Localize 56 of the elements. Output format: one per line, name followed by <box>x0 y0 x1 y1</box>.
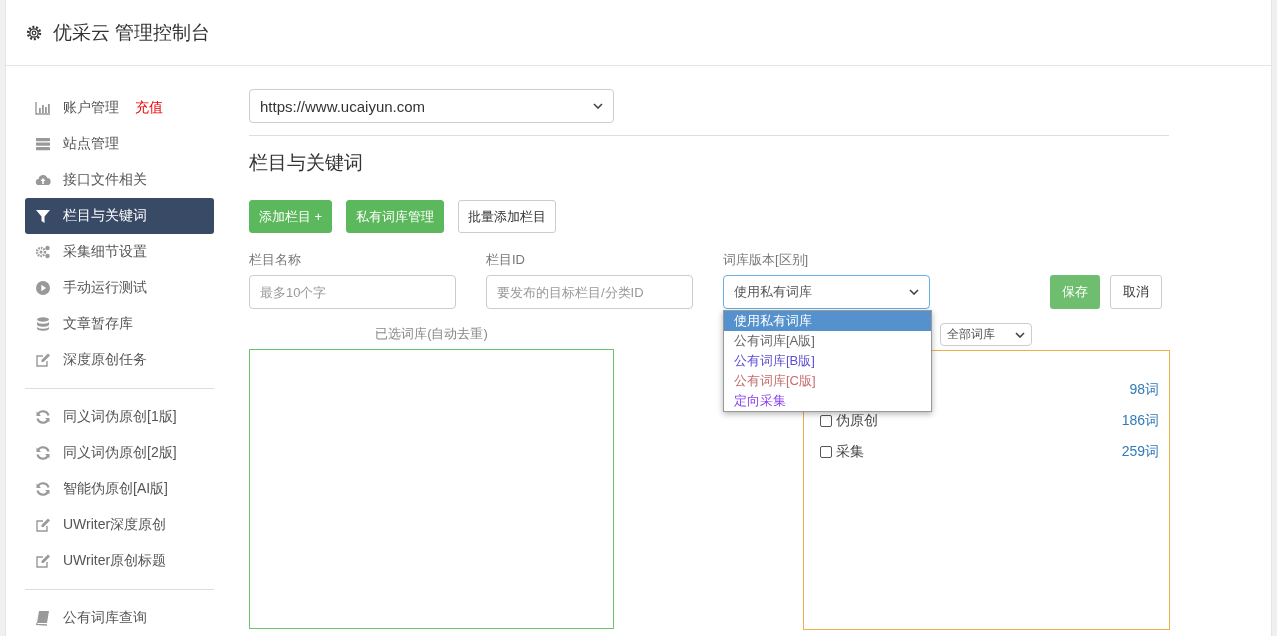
sidebar-item[interactable]: 同义词伪原创[1版] <box>25 399 214 435</box>
refresh-icon <box>35 409 51 425</box>
sidebar-item[interactable]: 手动运行测试 <box>25 270 214 306</box>
edit-icon <box>35 553 51 569</box>
sidebar-item[interactable]: 接口文件相关 <box>25 162 214 198</box>
cancel-button[interactable]: 取消 <box>1110 275 1162 309</box>
sidebar-item[interactable]: 文章暂存库 <box>25 306 214 342</box>
word-count: 259词 <box>1121 443 1159 461</box>
dropdown-option[interactable]: 公有词库[B版] <box>724 351 931 371</box>
library-name: 伪原创 <box>836 412 878 430</box>
sidebar-item[interactable]: UWriter深度原创 <box>25 507 214 543</box>
caret-icon <box>593 103 603 109</box>
database-icon <box>35 316 51 332</box>
sidebar-item[interactable]: 栏目与关键词 <box>25 198 214 234</box>
filter-select[interactable]: 全部词库 <box>940 323 1032 346</box>
play-icon <box>35 280 51 296</box>
caret-icon <box>909 289 919 295</box>
word-count: 98词 <box>1129 381 1159 399</box>
dropdown-option[interactable]: 公有词库[C版] <box>724 371 931 391</box>
refresh-icon <box>35 445 51 461</box>
sidebar-item[interactable]: 智能伪原创[AI版] <box>25 471 214 507</box>
action-button[interactable]: 批量添加栏目 <box>458 200 557 233</box>
dropdown-option[interactable]: 公有词库[A版] <box>724 331 931 351</box>
word-count: 186词 <box>1121 412 1159 430</box>
edit-icon <box>35 352 51 368</box>
dropdown-option[interactable]: 定向采集 <box>724 391 931 411</box>
sidebar-item[interactable]: UWriter原创标题 <box>25 543 214 579</box>
field-label: 栏目ID <box>486 251 526 269</box>
input-field[interactable]: 最多10个字 <box>249 275 456 309</box>
settings-icon <box>25 23 43 42</box>
checkbox[interactable] <box>820 415 832 427</box>
field-label: 栏目名称 <box>249 251 302 269</box>
gears-icon <box>35 244 51 260</box>
sidebar-item[interactable]: 深度原创任务 <box>25 342 214 378</box>
list-label: 已选词库(自动去重) <box>375 325 488 343</box>
section-title: 栏目与关键词 <box>249 151 364 175</box>
checkbox[interactable] <box>820 446 832 458</box>
book-icon <box>35 610 51 626</box>
site-select[interactable]: https://www.ucaiyun.com <box>249 89 614 123</box>
app-title: 优采云 管理控制台 <box>53 20 211 45</box>
filter-icon <box>35 208 51 224</box>
caret-icon <box>1015 331 1025 338</box>
cloud-upload-icon <box>35 172 51 188</box>
field-label: 词库版本[区别] <box>723 251 810 269</box>
refresh-icon <box>35 481 51 497</box>
sidebar-item[interactable]: 公有词库查询 <box>25 600 214 636</box>
server-icon <box>35 136 51 152</box>
sidebar-item[interactable]: 同义词伪原创[2版] <box>25 435 214 471</box>
sidebar-item[interactable]: 账户管理 充值 <box>25 90 214 126</box>
edit-icon <box>35 517 51 533</box>
sidebar-item[interactable]: 采集细节设置 <box>25 234 214 270</box>
library-name: 采集 <box>836 443 864 461</box>
library-select[interactable]: 使用私有词库 <box>723 275 930 309</box>
sidebar-item[interactable]: 站点管理 <box>25 126 214 162</box>
input-field[interactable]: 要发布的目标栏目/分类ID <box>486 275 693 309</box>
bar-chart-icon <box>35 100 51 116</box>
